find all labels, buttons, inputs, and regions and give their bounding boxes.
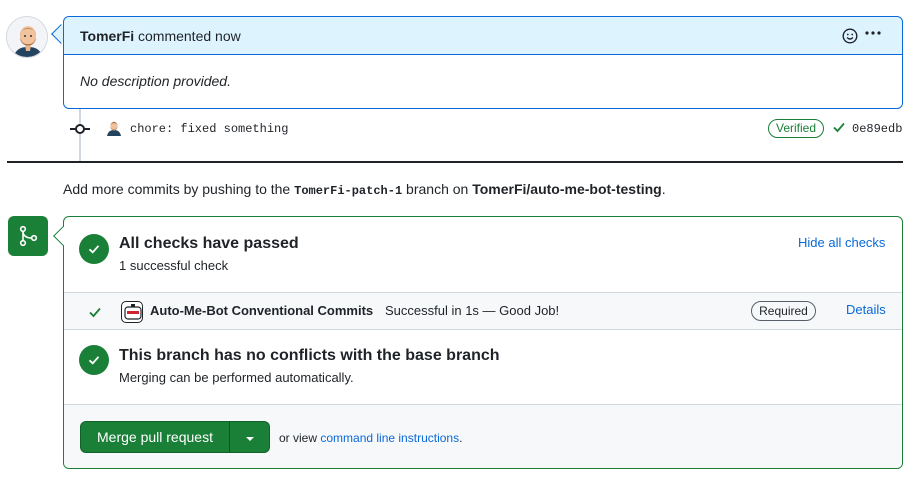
add-more-middle: branch on [406,181,469,197]
checks-passed-icon [79,234,109,264]
check-details-link[interactable]: Details [846,302,886,317]
avatar[interactable] [6,16,48,58]
or-view-text: or view [279,431,318,445]
kebab-horizontal-icon[interactable] [864,25,882,46]
add-more-commits-text: Add more commits by pushing to the Tomer… [63,181,666,198]
conflicts-subtitle: Merging can be performed automatically. [119,370,354,385]
comment-header: TomerFi commented now [64,17,902,55]
repo-name[interactable]: TomerFi/auto-me-bot-testing [472,181,662,197]
git-merge-icon [8,216,48,256]
check-name[interactable]: Auto-Me-Bot Conventional Commits [150,303,373,318]
triangle-down-icon [245,429,255,445]
timeline-line [79,109,81,161]
check-icon [832,120,846,137]
merge-method-dropdown[interactable] [229,421,270,453]
merge-box: All checks have passed 1 successful chec… [63,216,903,469]
no-conflicts-icon [79,345,109,375]
auto-me-bot-logo [121,301,143,323]
add-more-suffix: . [661,181,666,197]
comment-author[interactable]: TomerFi [80,28,134,44]
comment-action: commented now [138,28,241,44]
required-badge: Required [751,301,816,321]
checks-subtitle: 1 successful check [119,258,229,273]
add-more-prefix: Add more commits by pushing to the [63,181,291,197]
checks-title: All checks have passed [119,235,299,252]
conflicts-title: This branch has no conflicts with the ba… [119,347,500,364]
check-status: Successful in 1s — Good Job! [385,303,560,318]
git-commit-dot [75,124,85,134]
check-icon [88,305,102,322]
command-line-instructions-link[interactable]: command line instructions [320,431,459,445]
timeline-divider [7,161,903,163]
comment-box: TomerFi commented now No description pro… [63,16,903,109]
commit-message[interactable]: chore: fixed something [130,122,288,136]
commit-sha[interactable]: 0e89edb [852,122,902,136]
smiley-icon[interactable] [842,28,858,47]
cli-suffix: . [459,431,463,445]
comment-body: No description provided. [80,73,231,89]
commit-author-avatar[interactable] [105,118,123,136]
merge-actions: Merge pull request or view command line … [64,404,902,468]
cli-instructions-text: or view command line instructions. [279,431,462,445]
hide-all-checks-link[interactable]: Hide all checks [798,235,885,250]
merge-pull-request-button[interactable]: Merge pull request [80,421,230,453]
verified-badge[interactable]: Verified [768,119,824,138]
branch-name: TomerFi-patch-1 [294,184,403,198]
check-row: Auto-Me-Bot Conventional Commits Success… [64,292,902,330]
